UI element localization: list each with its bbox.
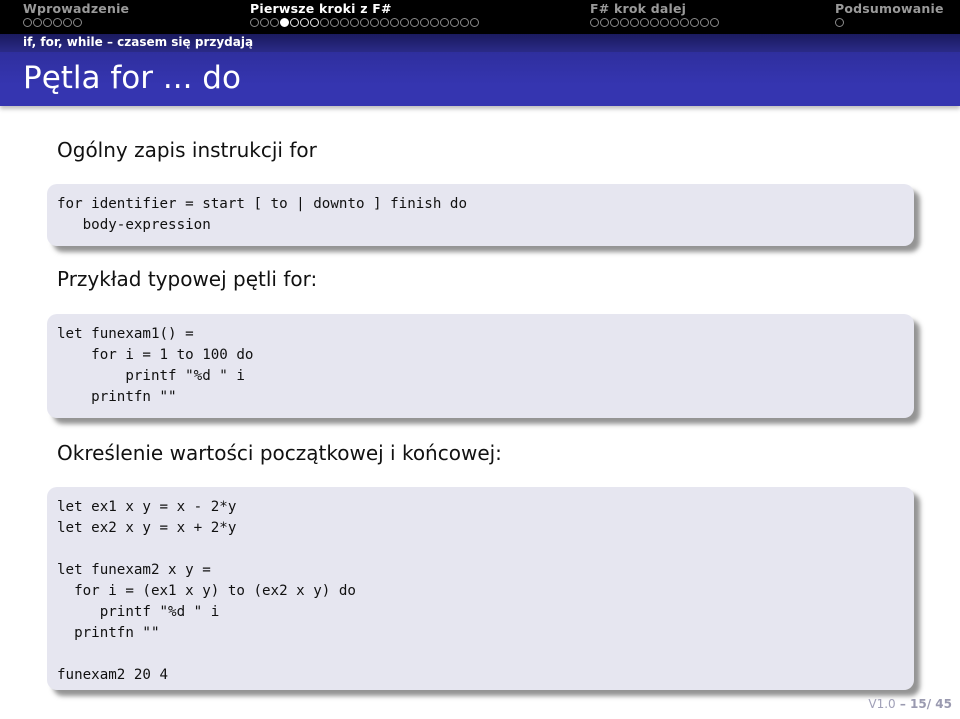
code-example1: let funexam1() = for i = 1 to 100 do pri… [57, 326, 254, 405]
nav-dot-slide-icon[interactable] [610, 18, 619, 27]
nav-dot-slide-icon[interactable] [330, 18, 339, 27]
slide-footer: V1.0 – 15/ 45 [868, 697, 952, 711]
navigation-bar: Wprowadzenie Pierwsze kroki z F# F# krok… [0, 0, 960, 34]
heading-typical-example: Przykład typowej pętli for: [57, 267, 318, 291]
nav-dot-slide-icon[interactable] [350, 18, 359, 27]
nav-dot-slide-icon[interactable] [340, 18, 349, 27]
nav-dot-slide-icon[interactable] [835, 18, 844, 27]
nav-dot-slide-icon[interactable] [430, 18, 439, 27]
frame-title-bar: Pętla for ... do [0, 52, 960, 106]
nav-dot-slide-icon[interactable] [260, 18, 269, 27]
nav-dot-slide-icon[interactable] [400, 18, 409, 27]
code-block-example2: let ex1 x y = x - 2*y let ex2 x y = x + … [47, 487, 914, 690]
code-block-example1: let funexam1() = for i = 1 to 100 do pri… [47, 314, 914, 418]
nav-dot-slide-icon[interactable] [640, 18, 649, 27]
nav-dot-slide-icon[interactable] [320, 18, 329, 27]
nav-dot-slide-icon[interactable] [380, 18, 389, 27]
nav-dot-slide-icon[interactable] [290, 18, 299, 27]
nav-dot-slide-icon[interactable] [450, 18, 459, 27]
nav-dot-slide-icon[interactable] [460, 18, 469, 27]
nav-dot-slide-icon[interactable] [390, 18, 399, 27]
nav-section-wprowadzenie[interactable]: Wprowadzenie [23, 2, 129, 27]
nav-dot-slide-icon[interactable] [300, 18, 309, 27]
nav-section-podsumowanie[interactable]: Podsumowanie [835, 2, 944, 27]
nav-dot-slide-icon[interactable] [370, 18, 379, 27]
nav-dot-slide-icon[interactable] [420, 18, 429, 27]
heading-general-syntax: Ogólny zapis instrukcji for [57, 138, 317, 162]
nav-dot-slide-icon[interactable] [690, 18, 699, 27]
nav-dot-slide-icon[interactable] [620, 18, 629, 27]
nav-dot-slide-icon[interactable] [680, 18, 689, 27]
nav-section-title[interactable]: Wprowadzenie [23, 2, 129, 16]
nav-dot-slide-icon[interactable] [270, 18, 279, 27]
footer-separator: – [895, 697, 911, 711]
nav-dot-slide-icon[interactable] [53, 18, 62, 27]
nav-dot-slide-icon[interactable] [630, 18, 639, 27]
nav-dot-slide-icon[interactable] [23, 18, 32, 27]
nav-dot-slide-icon[interactable] [43, 18, 52, 27]
subsection-bar: if, for, while – czasem się przydają [0, 34, 960, 52]
nav-dots [250, 18, 479, 27]
nav-dot-slide-icon[interactable] [660, 18, 669, 27]
version-label: V1.0 [868, 697, 896, 711]
nav-dot-slide-icon[interactable] [600, 18, 609, 27]
nav-dot-slide-icon[interactable] [410, 18, 419, 27]
nav-dot-slide-icon[interactable] [710, 18, 719, 27]
nav-section-krok-dalej[interactable]: F# krok dalej [590, 2, 719, 27]
nav-dot-slide-icon[interactable] [310, 18, 319, 27]
nav-dot-slide-icon[interactable] [33, 18, 42, 27]
subsection-title[interactable]: if, for, while – czasem się przydają [23, 35, 253, 49]
nav-dot-slide-icon[interactable] [360, 18, 369, 27]
nav-dot-slide-icon[interactable] [280, 18, 289, 27]
code-block-syntax: for identifier = start [ to | downto ] f… [47, 184, 914, 246]
nav-dot-slide-icon[interactable] [670, 18, 679, 27]
frame-title: Pętla for ... do [23, 60, 241, 96]
code-syntax: for identifier = start [ to | downto ] f… [57, 196, 467, 233]
nav-dot-slide-icon[interactable] [650, 18, 659, 27]
nav-dot-slide-icon[interactable] [470, 18, 479, 27]
nav-dots [835, 18, 944, 27]
nav-section-title[interactable]: Pierwsze kroki z F# [250, 2, 479, 16]
nav-dot-slide-icon[interactable] [63, 18, 72, 27]
nav-dot-slide-icon[interactable] [590, 18, 599, 27]
nav-dots [23, 18, 129, 27]
heading-start-end-values: Określenie wartości początkowej i końcow… [57, 441, 502, 465]
nav-dot-slide-icon[interactable] [73, 18, 82, 27]
nav-dot-slide-icon[interactable] [700, 18, 709, 27]
nav-dots [590, 18, 719, 27]
nav-dot-slide-icon[interactable] [440, 18, 449, 27]
code-example2: let ex1 x y = x - 2*y let ex2 x y = x + … [57, 499, 356, 683]
nav-section-pierwsze-kroki[interactable]: Pierwsze kroki z F# [250, 2, 479, 27]
page-number: 15/ 45 [910, 697, 952, 711]
nav-dot-slide-icon[interactable] [250, 18, 259, 27]
nav-section-title[interactable]: Podsumowanie [835, 2, 944, 16]
nav-section-title[interactable]: F# krok dalej [590, 2, 719, 16]
